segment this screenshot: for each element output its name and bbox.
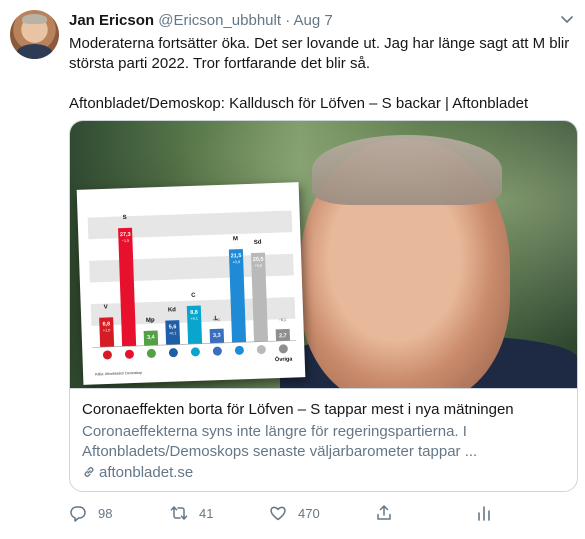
heart-icon (270, 506, 286, 521)
link-card[interactable]: V 6,8 +1,0 S 27,3 −1,5 Mp 3,4 −0,7 Kd 5,6 +0,1 C 8,8 +… (69, 120, 578, 492)
party-logo-icon (234, 345, 244, 355)
retweet-count: 41 (199, 505, 214, 521)
party-logo-icon (278, 344, 288, 354)
change-label: −1,5 (122, 239, 130, 243)
data-label: 6,8 (102, 321, 110, 327)
change-label: +0,1 (190, 317, 198, 321)
card-description: Coronaeffekterna syns inte längre för re… (82, 422, 567, 462)
category-label: S (123, 215, 127, 221)
chart-source: Källa: Aftonbladet/ Demoskop (95, 371, 142, 377)
like-button[interactable]: 470 (269, 500, 320, 526)
reply-icon (70, 506, 86, 522)
tweet-text-line: Moderaterna fortsätter öka. Det ser lova… (69, 35, 570, 52)
chart-clipping: V 6,8 +1,0 S 27,3 −1,5 Mp 3,4 −0,7 Kd 5,6 +0,1 C 8,8 +… (76, 182, 306, 385)
party-logo-icon (168, 348, 178, 358)
change-label: +0,1 (212, 318, 220, 322)
reply-button[interactable]: 98 (69, 500, 112, 526)
change-label: +0,8 (255, 264, 263, 268)
tick-label: Övriga (275, 355, 294, 363)
separator-dot: · (285, 12, 291, 29)
share-button[interactable] (375, 500, 404, 526)
share-icon (377, 505, 391, 520)
card-domain-text: aftonbladet.se (99, 464, 194, 481)
data-label: 8,8 (190, 310, 198, 316)
author-handle[interactable]: @Ericson_ubbhult (158, 12, 281, 29)
party-logo-icon (256, 345, 266, 355)
data-label: 27,3 (120, 232, 131, 238)
data-label: 21,5 (231, 253, 242, 259)
card-body: Coronaeffekten borta för Löfven – S tapp… (70, 388, 577, 491)
party-logo-icon (146, 348, 156, 358)
data-label: 3,4 (147, 335, 156, 341)
tweet-text-line: största parti 2022. Tror fortfarande det… (69, 55, 370, 72)
card-image: V 6,8 +1,0 S 27,3 −1,5 Mp 3,4 −0,7 Kd 5,6 +0,1 C 8,8 +… (70, 121, 577, 388)
tweet-date[interactable]: Aug 7 (294, 12, 333, 29)
analytics-icon (478, 506, 490, 521)
change-label: −0,1 (279, 318, 287, 322)
tweet-text: Moderaterna fortsätter öka. Det ser lova… (69, 34, 569, 114)
change-label: +1,0 (103, 328, 111, 332)
category-label: V (104, 304, 108, 310)
data-label: 5,6 (169, 324, 177, 330)
category-label: Kd (168, 307, 177, 313)
category-label: Sd (254, 240, 262, 246)
card-title: Coronaeffekten borta för Löfven – S tapp… (82, 401, 514, 418)
card-description-line: Aftonbladets/Demoskops senaste väljarbar… (82, 443, 478, 460)
party-logo-icon (190, 347, 200, 357)
tweet-header: Jan Ericson @Ericson_ubbhult · Aug 7 (69, 11, 333, 31)
tweet-link-text[interactable]: Aftonbladet/Demoskop: Kalldusch för Löfv… (69, 94, 569, 114)
bar-chart: V6,8+1,0S27,3−1,5Mp3,4−0,7Kd5,6+0,1C8,8+… (87, 210, 297, 377)
card-domain: aftonbladet.se (82, 463, 567, 483)
party-logo-icon (212, 346, 222, 356)
category-label: M (233, 236, 238, 242)
author-name[interactable]: Jan Ericson (69, 12, 154, 29)
retweet-button[interactable]: 41 (170, 500, 213, 526)
chart-bar (118, 227, 137, 347)
party-logo-icon (124, 349, 134, 359)
avatar[interactable] (10, 10, 59, 59)
change-label: +0,1 (169, 331, 177, 335)
data-label: 3,3 (213, 333, 221, 339)
analytics-button[interactable] (475, 500, 504, 526)
card-description-line: Coronaeffekterna syns inte längre för re… (82, 423, 467, 440)
chevron-down-icon[interactable] (558, 10, 576, 28)
action-bar: 98 41 470 (69, 500, 499, 526)
party-logo-icon (102, 350, 112, 360)
reply-count: 98 (98, 505, 113, 521)
data-label: 20,5 (253, 257, 264, 263)
data-label: 2,7 (279, 333, 287, 339)
category-label: C (191, 293, 196, 299)
change-label: −0,7 (146, 320, 154, 324)
like-count: 470 (298, 505, 320, 521)
retweet-icon (170, 506, 188, 520)
tweet[interactable]: Jan Ericson @Ericson_ubbhult · Aug 7 Mod… (0, 0, 585, 539)
change-label: +0,9 (232, 260, 240, 264)
link-icon (84, 467, 94, 477)
